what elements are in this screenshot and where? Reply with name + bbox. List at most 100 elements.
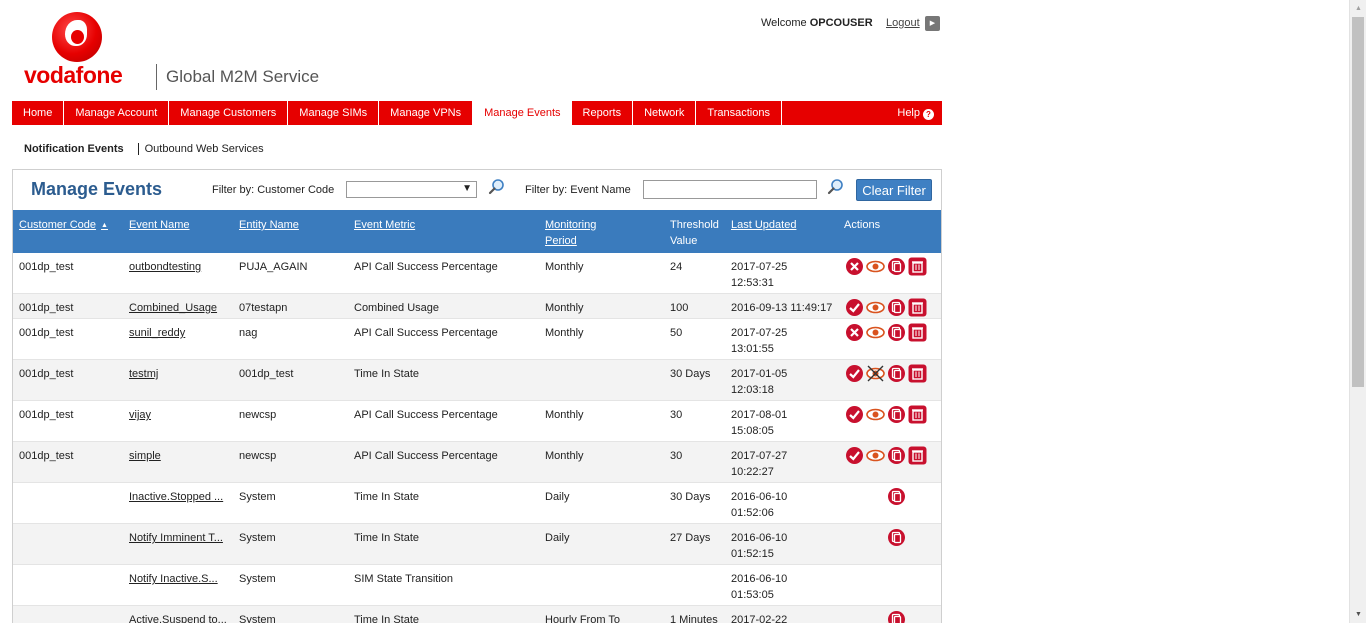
nav-item-home[interactable]: Home: [12, 101, 65, 125]
nav-item-manage-vpns[interactable]: Manage VPNs: [379, 101, 474, 125]
cell-event-name-link[interactable]: testmj: [129, 366, 158, 382]
cell-event-name-link[interactable]: Notify Inactive.S...: [129, 571, 218, 587]
nav-item-manage-sims[interactable]: Manage SIMs: [288, 101, 380, 125]
subnav-notification-events[interactable]: Notification Events: [24, 143, 138, 155]
copy-icon[interactable]: [887, 298, 906, 317]
enable-check-icon[interactable]: [845, 405, 864, 424]
nav-item-manage-account[interactable]: Manage Account: [64, 101, 170, 125]
col-customer-code[interactable]: Customer Code ▲: [19, 217, 108, 234]
copy-icon[interactable]: [887, 528, 906, 547]
copy-icon[interactable]: [887, 405, 906, 424]
copy-icon[interactable]: [887, 487, 906, 506]
brand-name[interactable]: vodafone: [24, 62, 123, 89]
table-row: 001dp_test vijay newcsp API Call Success Pe…: [13, 401, 941, 442]
customer-code-select[interactable]: ▼: [346, 181, 477, 198]
scroll-up-icon[interactable]: ▲: [1350, 0, 1366, 17]
table-row: 001dp_test testmj 001dp_test Time In State 3…: [13, 360, 941, 401]
cell-last-updated: 2017-01-05 12:03:18: [731, 368, 788, 396]
cell-event-name-link[interactable]: Combined_Usage: [129, 300, 217, 316]
delete-trash-icon[interactable]: [908, 298, 927, 317]
view-eye-icon[interactable]: [866, 257, 885, 276]
cell-event-name-link[interactable]: outbondtesting: [129, 259, 201, 275]
cell-customer-code: 001dp_test: [19, 327, 74, 339]
table-row: Active.Suspend to... System Time In State H…: [13, 606, 941, 623]
copy-icon[interactable]: [887, 257, 906, 276]
subnav-outbound-web-services[interactable]: Outbound Web Services: [137, 143, 264, 155]
enable-check-icon[interactable]: [845, 364, 864, 383]
cell-entity-name: System: [239, 491, 276, 503]
cell-event-name-link[interactable]: Active.Suspend to...: [129, 612, 227, 623]
welcome-message: Welcome OPCOUSER: [761, 17, 873, 29]
col-monitoring-period[interactable]: Monitoring Period: [545, 217, 596, 249]
delete-trash-icon[interactable]: [908, 257, 927, 276]
search-icon[interactable]: [488, 178, 506, 196]
row-actions: [845, 298, 935, 318]
clear-filter-button[interactable]: Clear Filter: [856, 179, 932, 201]
nav-item-reports[interactable]: Reports: [572, 101, 634, 125]
search-icon[interactable]: [827, 178, 845, 196]
view-disabled-eye-icon[interactable]: [866, 364, 885, 383]
scrollbar-thumb[interactable]: [1352, 17, 1364, 387]
row-actions: [845, 569, 935, 589]
row-actions: [845, 446, 935, 466]
enable-check-icon[interactable]: [845, 298, 864, 317]
disable-x-icon[interactable]: [845, 323, 864, 342]
vodafone-logo-icon[interactable]: [52, 12, 102, 62]
row-actions: [845, 610, 935, 623]
row-actions: [845, 257, 935, 277]
col-last-updated[interactable]: Last Updated: [731, 217, 796, 233]
nav-item-manage-customers[interactable]: Manage Customers: [169, 101, 289, 125]
cell-customer-code: 001dp_test: [19, 409, 74, 421]
delete-trash-icon[interactable]: [908, 323, 927, 342]
row-actions: [845, 528, 935, 548]
question-icon: ?: [923, 109, 934, 120]
copy-icon[interactable]: [887, 364, 906, 383]
cell-event-metric: API Call Success Percentage: [354, 409, 498, 421]
col-event-name[interactable]: Event Name: [129, 217, 190, 233]
page-header: vodafone Global M2M Service Welcome OPCO…: [0, 0, 960, 100]
enable-check-icon[interactable]: [845, 446, 864, 465]
copy-icon[interactable]: [887, 323, 906, 342]
delete-trash-icon[interactable]: [908, 446, 927, 465]
cell-threshold-value: 30: [670, 450, 683, 462]
cell-entity-name: System: [239, 573, 276, 585]
cell-event-metric: Time In State: [354, 368, 420, 380]
copy-icon[interactable]: [887, 446, 906, 465]
copy-icon[interactable]: [887, 610, 906, 623]
cell-event-name-link[interactable]: Notify Imminent T...: [129, 530, 223, 546]
cell-last-updated: 2017-07-27 10:22:27: [731, 450, 788, 478]
cell-last-updated: 2016-09-13 11:49:17: [731, 302, 833, 314]
cell-event-name-link[interactable]: vijay: [129, 407, 151, 423]
vertical-scrollbar[interactable]: ▲ ▼: [1349, 0, 1366, 623]
disable-x-icon[interactable]: [845, 257, 864, 276]
col-actions: Actions: [844, 219, 881, 231]
cell-event-name-link[interactable]: sunil_reddy: [129, 325, 185, 341]
nav-item-transactions[interactable]: Transactions: [696, 101, 782, 125]
logout-link[interactable]: Logout: [886, 17, 920, 29]
col-event-metric[interactable]: Event Metric: [354, 217, 415, 233]
table-row: 001dp_test Combined_Usage 07testapn Combine…: [13, 294, 941, 319]
nav-item-manage-events[interactable]: Manage Events: [473, 101, 572, 125]
cell-event-metric: API Call Success Percentage: [354, 261, 498, 273]
scroll-down-icon[interactable]: ▼: [1350, 606, 1366, 623]
view-eye-icon[interactable]: [866, 405, 885, 424]
nav-help[interactable]: Help?: [897, 101, 942, 125]
delete-trash-icon[interactable]: [908, 364, 927, 383]
col-entity-name[interactable]: Entity Name: [239, 217, 299, 233]
cell-event-name-link[interactable]: simple: [129, 448, 161, 464]
filter-event-label: Filter by: Event Name: [525, 184, 631, 196]
row-actions: [845, 364, 935, 384]
table-header: Customer Code ▲ Event Name Entity Name Ev…: [13, 210, 941, 253]
view-eye-icon[interactable]: [866, 298, 885, 317]
cell-threshold-value: 30 Days: [670, 491, 711, 503]
delete-trash-icon[interactable]: [908, 405, 927, 424]
event-name-input[interactable]: [643, 180, 817, 199]
cell-event-name-link[interactable]: Inactive.Stopped ...: [129, 489, 223, 505]
logout-arrow-icon[interactable]: ▶: [925, 16, 940, 31]
view-eye-icon[interactable]: [866, 446, 885, 465]
view-eye-icon[interactable]: [866, 323, 885, 342]
cell-last-updated: 2016-06-10 01:53:05: [731, 573, 788, 601]
nav-item-network[interactable]: Network: [633, 101, 697, 125]
filter-customer-label: Filter by: Customer Code: [212, 184, 335, 196]
